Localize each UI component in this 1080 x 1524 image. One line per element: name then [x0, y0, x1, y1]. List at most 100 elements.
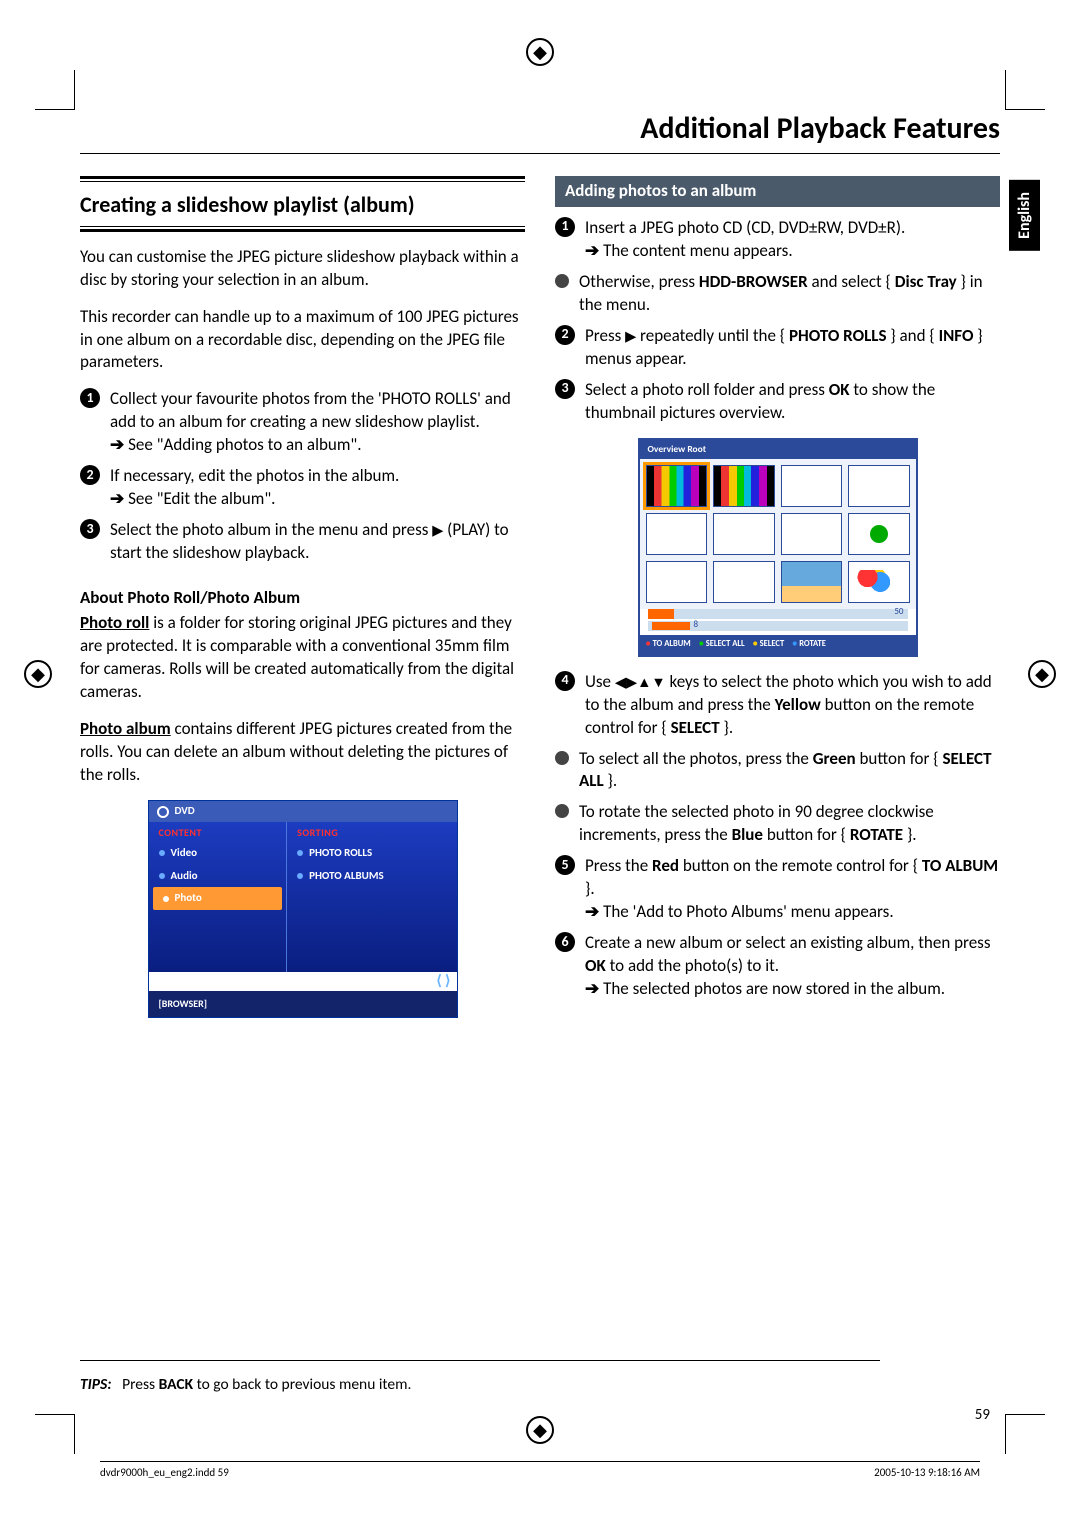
body-text: TO ALBUM: [922, 855, 998, 876]
body-text: INFO: [939, 325, 974, 346]
left-arrow-icon: [615, 671, 626, 692]
thumbnail-selected: [646, 465, 708, 507]
overview-scrollbar: 8: [648, 621, 908, 631]
section-title: Creating a slideshow playlist (album): [80, 190, 525, 220]
footer-timestamp: 2005-10-13 9:18:16 AM: [874, 1466, 980, 1479]
subsection-heading: Adding photos to an album: [555, 176, 1000, 207]
step-number-icon: 2: [555, 325, 575, 345]
tips-label: TIPS:: [80, 1375, 112, 1394]
left-column: Creating a slideshow playlist (album) Yo…: [80, 176, 525, 1032]
body-text: To select all the photos, press the: [579, 748, 813, 769]
body-text: PHOTO ROLLS: [789, 325, 887, 346]
step-number-icon: 1: [555, 217, 575, 237]
dvd-menu-figure: DVD CONTENT Video Audio Photo SORTING PH…: [148, 800, 458, 1017]
overview-figure: Overview Root 50 8: [638, 438, 918, 656]
legend-blue: ROTATE: [792, 639, 826, 650]
registration-mark: [526, 38, 554, 66]
step-result: The content menu appears.: [585, 240, 905, 263]
step-number-icon: 3: [555, 379, 575, 399]
tips-text: Press: [122, 1375, 159, 1394]
bullet-item: Otherwise, press HDD-BROWSER and select …: [555, 271, 1000, 317]
thumbnail: [848, 465, 910, 507]
thumbnail: [713, 513, 775, 555]
body-text: }.: [585, 878, 595, 899]
body-text: } and {: [886, 325, 938, 346]
dvd-sorting-header: SORTING: [287, 822, 456, 842]
footer-file: dvdr9000h_eu_eng2.indd 59: [100, 1466, 229, 1479]
body-text: }.: [720, 717, 733, 738]
step-1: 1 Insert a JPEG photo CD (CD, DVD±RW, DV…: [555, 217, 1000, 263]
registration-mark: [526, 1416, 554, 1444]
page-number: 59: [975, 1406, 990, 1424]
disc-icon: [157, 806, 169, 818]
step-number-icon: 4: [555, 671, 575, 691]
dvd-item-rolls: PHOTO ROLLS: [287, 842, 456, 865]
language-tab: English: [1009, 180, 1040, 251]
body-text: This recorder can handle up to a maximum…: [80, 306, 525, 375]
step-text: If necessary, edit the photos in the alb…: [110, 465, 399, 486]
overview-title: Overview Root: [640, 440, 916, 459]
count-label: 8: [694, 619, 699, 631]
body-text: Blue: [732, 824, 763, 845]
legend-green: SELECT ALL: [699, 639, 745, 650]
body-text: Red: [652, 855, 679, 876]
body-text: button for {: [763, 824, 850, 845]
page-title: Additional Playback Features: [80, 110, 1000, 147]
step-sub: See "Adding photos to an album".: [110, 434, 525, 457]
bullet-icon: [555, 804, 569, 818]
thumbnail: [713, 465, 775, 507]
dvd-item-albums: PHOTO ALBUMS: [287, 865, 456, 888]
body-text: Disc Tray: [895, 271, 957, 292]
step-result: The 'Add to Photo Albums' menu appears.: [585, 901, 1000, 924]
dvd-item-audio: Audio: [149, 865, 287, 888]
bullet-item: To rotate the selected photo in 90 degre…: [555, 801, 1000, 847]
step-text: Collect your favourite photos from the '…: [110, 388, 511, 432]
body-text: Press: [585, 325, 625, 346]
thumbnail: [781, 465, 843, 507]
bullet-item: To select all the photos, press the Gree…: [555, 748, 1000, 794]
body-text: OK: [829, 379, 850, 400]
thumbnail: [646, 561, 708, 603]
registration-mark: [24, 660, 52, 688]
thumbnail: [646, 513, 708, 555]
thumbnail: [848, 513, 910, 555]
step-5: 5 Press the Red button on the remote con…: [555, 855, 1000, 924]
step-number-icon: 6: [555, 932, 575, 952]
tips-text: BACK: [159, 1375, 193, 1394]
body-text: button for {: [856, 748, 943, 769]
body-text: repeatedly until the {: [636, 325, 789, 346]
legend-red: TO ALBUM: [646, 639, 691, 650]
crop-mark: [35, 70, 75, 110]
body-text: Use: [585, 671, 615, 692]
registration-mark: [1028, 660, 1056, 688]
right-column: Adding photos to an album 1 Insert a JPE…: [555, 176, 1000, 1032]
step-number-icon: 3: [80, 519, 100, 539]
dvd-browser-label: [BROWSER]: [149, 991, 457, 1017]
body-text: and select {: [808, 271, 895, 292]
body-text: Photo album contains different JPEG pict…: [80, 718, 525, 787]
dvd-item-video: Video: [149, 842, 287, 865]
thumbnail: [781, 561, 843, 603]
body-text: Select a photo roll folder and press: [585, 379, 829, 400]
up-arrow-icon: [637, 671, 651, 692]
about-heading: About Photo Roll/Photo Album: [80, 587, 525, 610]
step-text: Insert a JPEG photo CD (CD, DVD±RW, DVD±…: [585, 217, 905, 238]
legend-yellow: SELECT: [753, 639, 785, 650]
body-text: Green: [813, 748, 856, 769]
body-text: Create a new album or select an existing…: [585, 932, 991, 953]
step-sub: See "Edit the album".: [110, 488, 399, 511]
body-text: Photo roll is a folder for storing origi…: [80, 612, 525, 704]
dvd-arrow-icon: ⟨ ⟩: [149, 972, 457, 991]
step-number-icon: 1: [80, 388, 100, 408]
crop-mark: [35, 1414, 75, 1454]
body-text: Press the: [585, 855, 652, 876]
overview-scrollbar: 50: [648, 609, 908, 619]
step-3: 3 Select the photo album in the menu and…: [80, 519, 525, 565]
count-label: 50: [894, 606, 903, 618]
body-text: OK: [585, 955, 606, 976]
crop-mark: [1005, 70, 1045, 110]
play-icon: [625, 325, 636, 346]
step-4: 4 Use keys to select the photo which you…: [555, 671, 1000, 740]
term: Photo album: [80, 718, 171, 739]
body-text: Yellow: [775, 694, 821, 715]
